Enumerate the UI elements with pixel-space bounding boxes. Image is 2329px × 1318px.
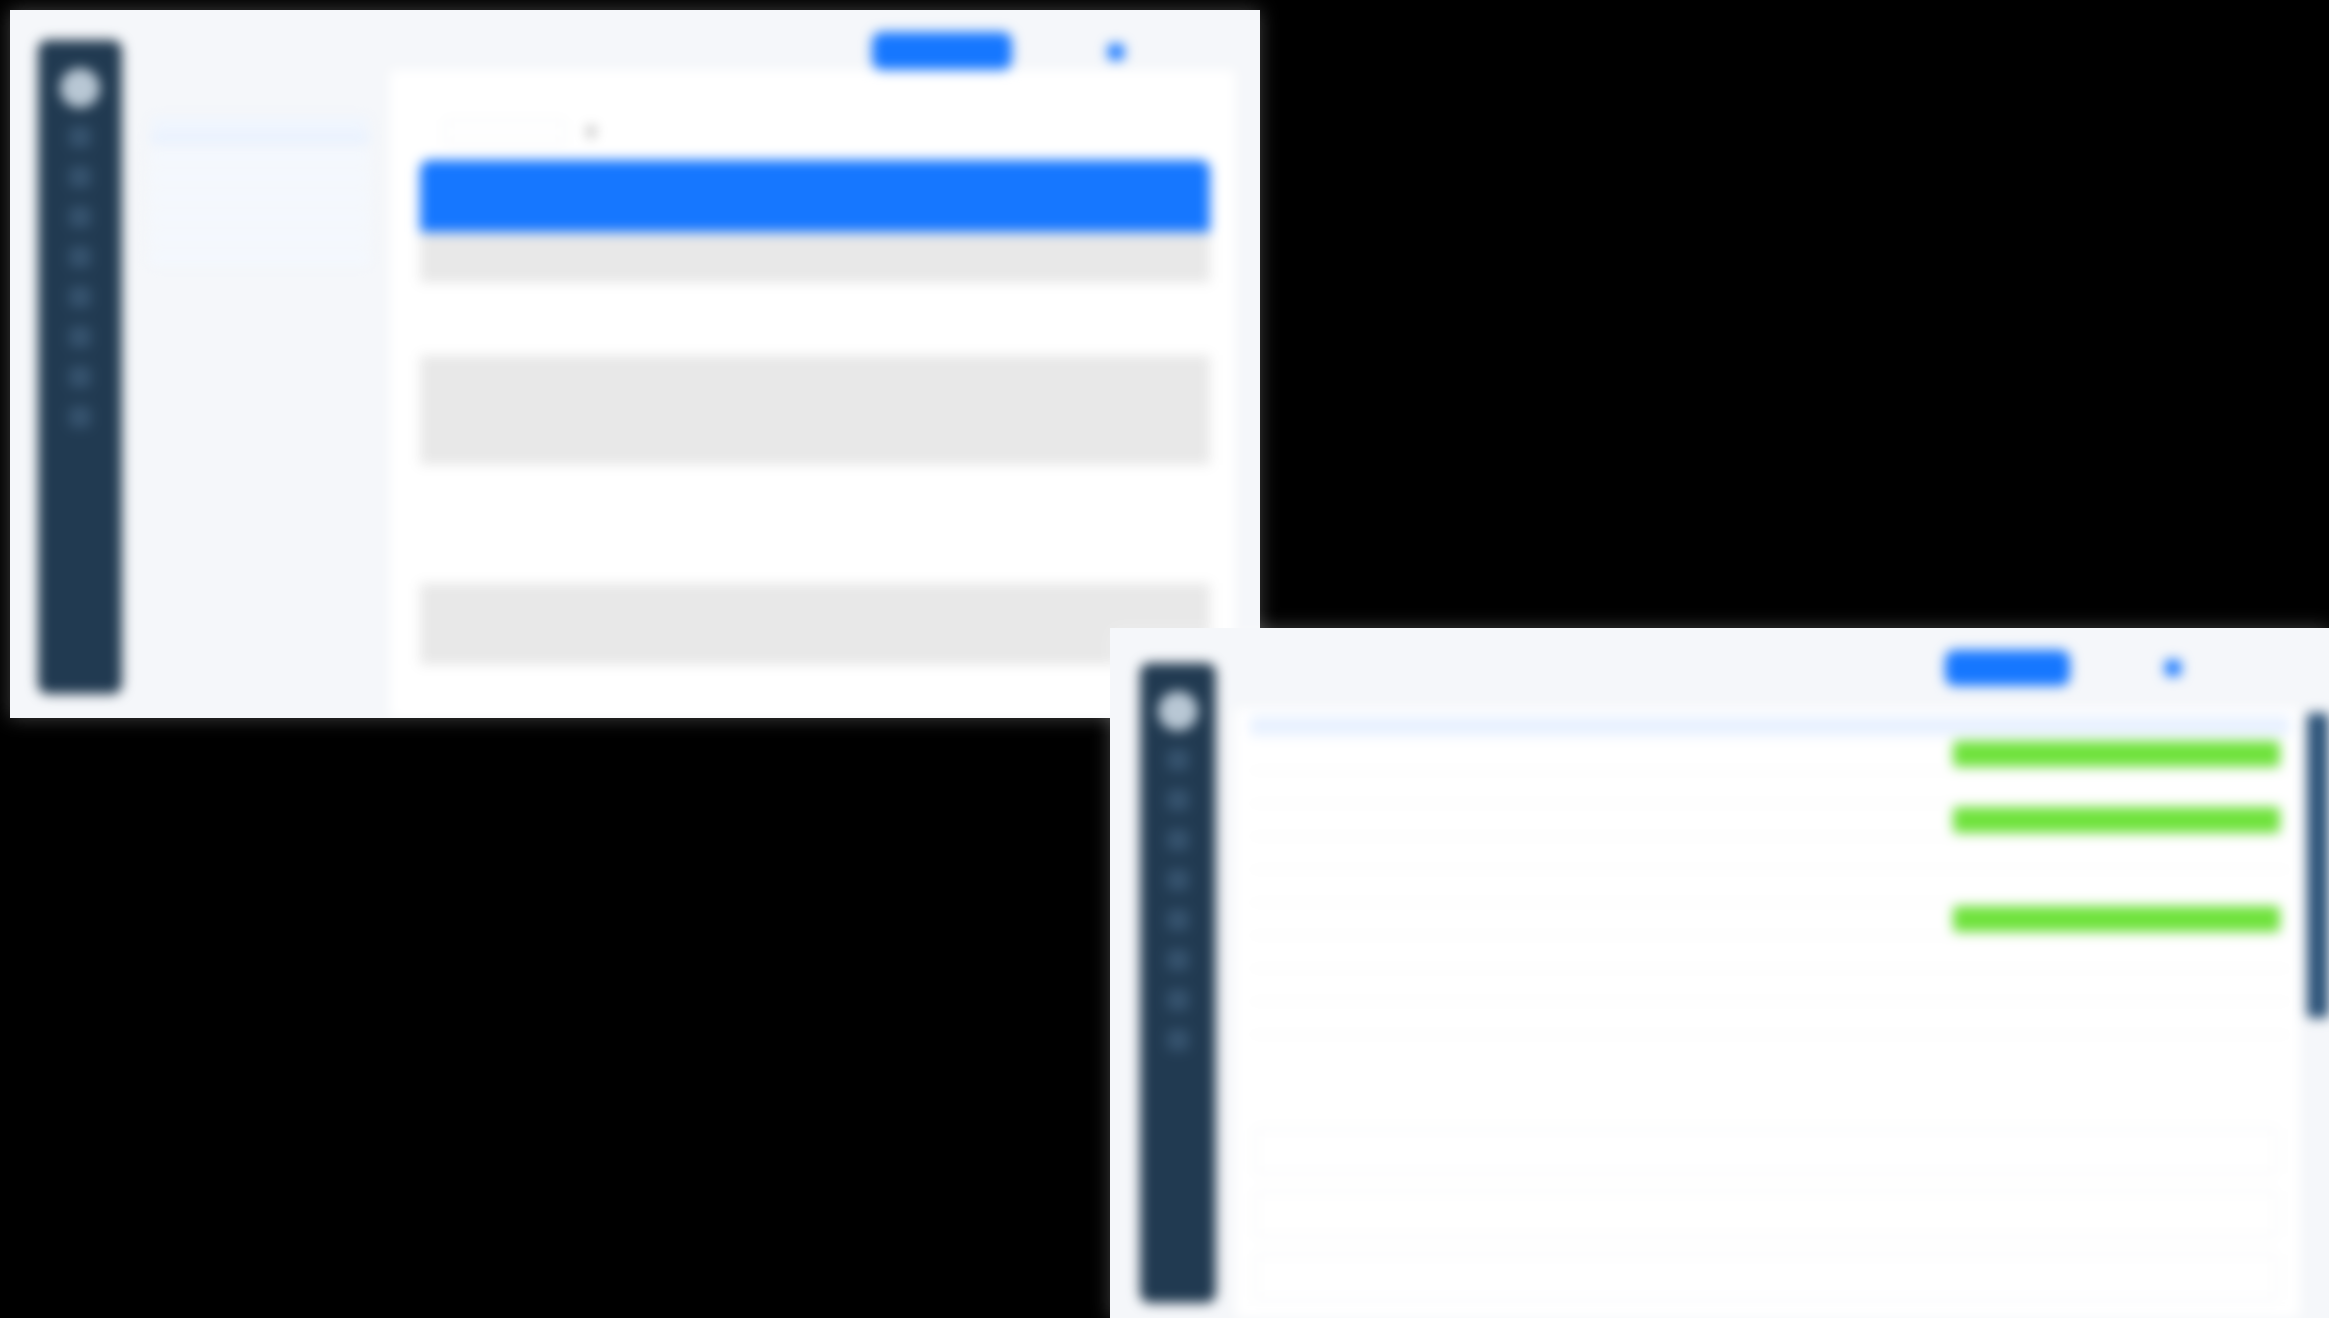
subnav-item[interactable]	[150, 344, 370, 356]
action-button[interactable]	[1255, 1254, 2277, 1300]
search-input[interactable]	[445, 120, 565, 144]
table-row[interactable]	[420, 665, 1210, 718]
table-row[interactable]	[1250, 771, 2290, 804]
side-rail	[1140, 663, 1216, 1303]
rail-icon[interactable]	[69, 126, 91, 148]
table-row[interactable]	[1250, 1002, 2290, 1035]
subnav-item-selected[interactable]	[150, 132, 370, 144]
subnav-item[interactable]	[150, 362, 370, 374]
status-bar-success	[1953, 807, 2281, 833]
subnav-group[interactable]	[150, 118, 370, 128]
subnav-subitem[interactable]	[150, 172, 370, 184]
column-header	[1597, 716, 1944, 736]
subnav-item[interactable]	[150, 326, 370, 338]
table-row[interactable]	[1250, 969, 2290, 1002]
rail-icon[interactable]	[1167, 749, 1189, 771]
row-status	[1943, 906, 2290, 932]
subnav-subitem[interactable]	[150, 192, 370, 204]
user-avatar-icon[interactable]	[2165, 660, 2181, 676]
rail-icon[interactable]	[69, 286, 91, 308]
subnav-subitem[interactable]	[150, 232, 370, 244]
status-bar-success	[1953, 741, 2281, 767]
table-row[interactable]	[1250, 870, 2290, 903]
table-row[interactable]	[1250, 936, 2290, 969]
scrollbar[interactable]	[2307, 713, 2329, 1018]
table-row[interactable]	[420, 465, 1210, 584]
table-row[interactable]	[420, 232, 1210, 283]
row-status	[1943, 807, 2290, 833]
subnav-subitem[interactable]	[150, 152, 370, 164]
table-body	[420, 232, 1210, 718]
rail-icon[interactable]	[1167, 789, 1189, 811]
main-content	[1235, 708, 2300, 1318]
rail-icon[interactable]	[1167, 1029, 1189, 1051]
action-button[interactable]	[1255, 1128, 2277, 1174]
app-logo-icon	[60, 68, 100, 108]
rail-icon[interactable]	[1167, 909, 1189, 931]
action-button[interactable]	[1255, 1191, 2277, 1237]
rail-icon[interactable]	[69, 406, 91, 428]
rail-icon[interactable]	[1167, 869, 1189, 891]
table-header	[420, 160, 1210, 232]
rail-icon[interactable]	[69, 166, 91, 188]
table-row[interactable]	[420, 283, 1210, 356]
subnav-item[interactable]	[150, 398, 370, 410]
table-body	[1250, 738, 2290, 1035]
subnav-item[interactable]	[150, 380, 370, 392]
subnav-subitem[interactable]	[150, 212, 370, 224]
user-avatar-icon[interactable]	[1108, 44, 1124, 60]
table-row[interactable]	[1250, 837, 2290, 870]
rail-icon[interactable]	[69, 206, 91, 228]
row-status	[1943, 741, 2290, 767]
subnav-item[interactable]	[150, 290, 370, 302]
rail-icon[interactable]	[69, 366, 91, 388]
table-row[interactable]	[1250, 738, 2290, 771]
rail-icon[interactable]	[1167, 829, 1189, 851]
admin-window-list: ⚲	[10, 10, 1260, 718]
table-row[interactable]	[420, 356, 1210, 465]
rail-icon[interactable]	[1167, 949, 1189, 971]
main-content: ⚲	[390, 70, 1235, 718]
subnav-subitem[interactable]	[150, 252, 370, 264]
table-row[interactable]	[1250, 903, 2290, 936]
primary-action-button[interactable]	[1945, 650, 2070, 686]
sub-navigation	[150, 118, 370, 416]
rail-icon[interactable]	[69, 326, 91, 348]
primary-action-button[interactable]	[872, 32, 1012, 70]
table-row[interactable]	[420, 584, 1210, 665]
column-header	[1250, 716, 1597, 736]
app-logo-icon	[1158, 691, 1198, 731]
side-rail	[38, 40, 122, 694]
search-icon[interactable]: ⚲	[586, 124, 596, 141]
subnav-item[interactable]	[150, 308, 370, 320]
status-bar-success	[1953, 906, 2281, 932]
rail-icon[interactable]	[69, 246, 91, 268]
column-header	[1943, 716, 2290, 736]
breadcrumb	[150, 50, 210, 65]
rail-icon[interactable]	[1167, 989, 1189, 1011]
admin-window-detail	[1110, 628, 2329, 1318]
subnav-item[interactable]	[150, 272, 370, 284]
table-header	[1250, 716, 2290, 736]
table-row[interactable]	[1250, 804, 2290, 837]
